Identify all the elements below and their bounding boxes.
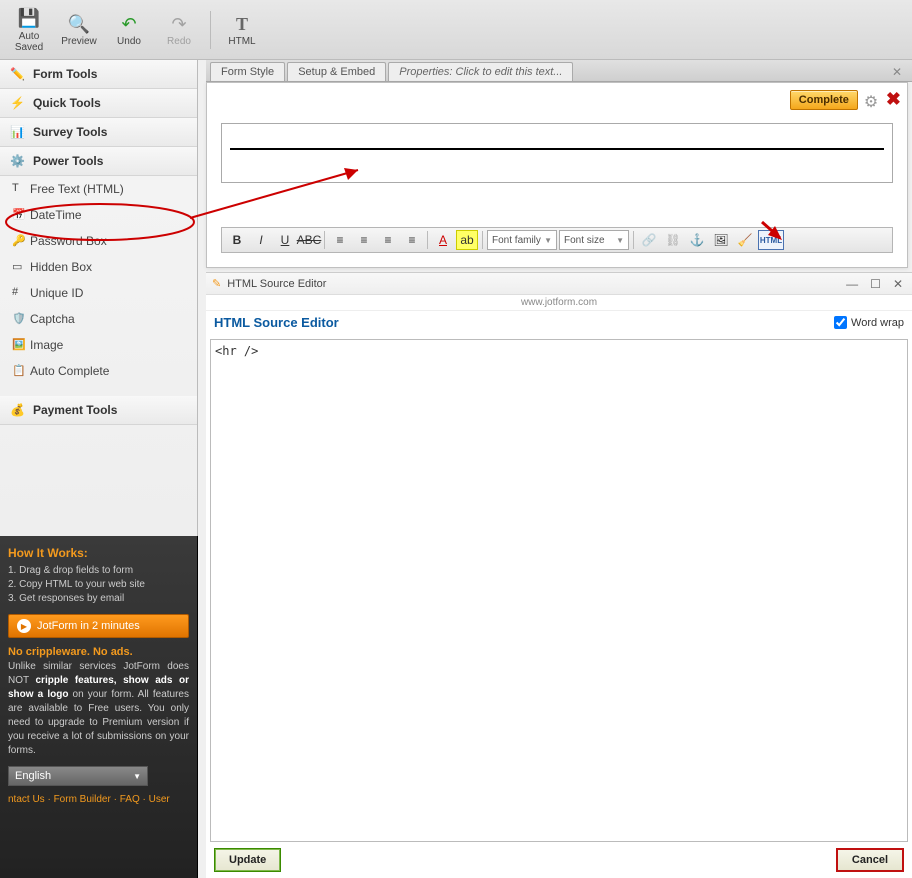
item-free-text-html[interactable]: TFree Text (HTML) (0, 176, 197, 202)
bold-button[interactable]: B (226, 230, 248, 250)
hidden-icon: ▭ (12, 260, 26, 274)
word-wrap-checkbox[interactable]: Word wrap (834, 316, 904, 329)
help-body: Unlike similar services JotForm does NOT… (8, 660, 189, 758)
lightning-icon: ⚡ (10, 96, 25, 110)
hr-preview (230, 148, 884, 150)
image-icon: 🖼️ (12, 338, 26, 352)
item-image[interactable]: 🖼️Image (0, 332, 197, 358)
text-icon: T (12, 182, 26, 196)
close-icon[interactable]: ✖ (886, 89, 901, 110)
item-datetime[interactable]: 📅DateTime (0, 202, 197, 228)
item-hidden-box[interactable]: ▭Hidden Box (0, 254, 197, 280)
tab-form-style[interactable]: Form Style (210, 62, 285, 81)
coins-icon: 💰 (10, 403, 25, 417)
tabs-close-icon[interactable]: ✕ (892, 65, 908, 81)
id-icon: # (12, 286, 26, 300)
font-size-select[interactable]: Font size▼ (559, 230, 629, 250)
maximize-icon[interactable]: ☐ (867, 277, 884, 291)
html-source-window: ✎ HTML Source Editor — ☐ ✕ www.jotform.c… (206, 272, 912, 878)
clear-format-button[interactable]: 🧹 (734, 230, 756, 250)
video-button[interactable]: ▶ JotForm in 2 minutes (8, 614, 189, 638)
help-panel: How It Works: Drag & drop fields to form… (0, 536, 198, 878)
sidebar: ✏️Form Tools ⚡Quick Tools 📊Survey Tools … (0, 60, 198, 536)
html-source-textarea[interactable] (210, 339, 908, 842)
toolbar-separator (210, 11, 211, 49)
chart-icon: 📊 (10, 125, 25, 139)
section-survey-tools[interactable]: 📊Survey Tools (0, 118, 197, 147)
rte-toolbar: B I U ABC ≡ ≡ ≡ ≡ A ab Font family▼ Font… (221, 227, 893, 253)
font-color-button[interactable]: A (432, 230, 454, 250)
item-auto-complete[interactable]: 📋Auto Complete (0, 358, 197, 384)
link-contact[interactable]: ntact Us (8, 794, 45, 805)
redo-button[interactable]: ↷ Redo (158, 12, 200, 47)
window-close-icon[interactable]: ✕ (890, 277, 906, 291)
tab-properties[interactable]: Properties: Click to edit this text... (388, 62, 573, 81)
html-button[interactable]: T HTML (221, 12, 263, 47)
cancel-button[interactable]: Cancel (836, 848, 904, 872)
align-left-button[interactable]: ≡ (329, 230, 351, 250)
shield-icon: 🛡️ (12, 312, 26, 326)
link-faq[interactable]: FAQ (120, 794, 140, 805)
section-power-tools[interactable]: ⚙️Power Tools (0, 147, 197, 176)
language-select[interactable]: English▼ (8, 766, 148, 786)
tab-setup-embed[interactable]: Setup & Embed (287, 62, 386, 81)
highlight-button[interactable]: ab (456, 230, 478, 250)
item-unique-id[interactable]: #Unique ID (0, 280, 197, 306)
preview-button[interactable]: 🔍 Preview (58, 12, 100, 47)
align-center-button[interactable]: ≡ (353, 230, 375, 250)
undo-icon: ↶ (117, 12, 141, 36)
section-form-tools[interactable]: ✏️Form Tools (0, 60, 197, 89)
calendar-icon: 📅 (12, 208, 26, 222)
link-user[interactable]: User (149, 794, 170, 805)
redo-icon: ↷ (167, 12, 191, 36)
underline-button[interactable]: U (274, 230, 296, 250)
item-captcha[interactable]: 🛡️Captcha (0, 306, 197, 332)
main-toolbar: 💾 Auto Saved 🔍 Preview ↶ Undo ↷ Redo T H… (0, 0, 912, 60)
src-titlebar: ✎ HTML Source Editor — ☐ ✕ (206, 273, 912, 295)
editor-canvas[interactable] (221, 123, 893, 183)
pencil-icon: ✏️ (10, 67, 25, 81)
section-payment-tools[interactable]: 💰Payment Tools (0, 396, 197, 425)
update-button[interactable]: Update (214, 848, 281, 872)
tab-strip: Form Style Setup & Embed Properties: Cli… (206, 60, 912, 82)
italic-button[interactable]: I (250, 230, 272, 250)
help-title: How It Works: (8, 546, 189, 560)
html-icon: T (230, 12, 254, 36)
complete-button[interactable]: Complete (790, 90, 858, 110)
font-family-select[interactable]: Font family▼ (487, 230, 557, 250)
link-button[interactable]: 🔗 (638, 230, 660, 250)
src-buttons: Update Cancel (214, 848, 904, 872)
src-header: HTML Source Editor Word wrap (206, 311, 912, 334)
undo-button[interactable]: ↶ Undo (108, 12, 150, 47)
item-password-box[interactable]: 🔑Password Box (0, 228, 197, 254)
minimize-icon[interactable]: — (843, 277, 861, 291)
help-subtitle: No crippleware. No ads. (8, 646, 189, 658)
insert-image-button[interactable]: 🖼 (710, 230, 732, 250)
strike-button[interactable]: ABC (298, 230, 320, 250)
auto-saved-button[interactable]: 💾 Auto Saved (8, 7, 50, 53)
anchor-button[interactable]: ⚓ (686, 230, 708, 250)
link-builder[interactable]: Form Builder (54, 794, 111, 805)
autocomplete-icon: 📋 (12, 364, 26, 378)
save-icon: 💾 (17, 7, 41, 31)
editor-panel: Complete ⚙ ✖ B I U ABC ≡ ≡ ≡ ≡ A ab Font… (206, 82, 908, 268)
settings-icon[interactable]: ⚙ (864, 92, 880, 108)
url-bar: www.jotform.com (206, 295, 912, 311)
help-steps: Drag & drop fields to form Copy HTML to … (8, 564, 189, 606)
password-icon: 🔑 (12, 234, 26, 248)
unlink-button[interactable]: ⛓ (662, 230, 684, 250)
play-icon: ▶ (17, 619, 31, 633)
align-justify-button[interactable]: ≡ (401, 230, 423, 250)
align-right-button[interactable]: ≡ (377, 230, 399, 250)
word-wrap-input[interactable] (834, 316, 847, 329)
preview-icon: 🔍 (67, 12, 91, 36)
section-quick-tools[interactable]: ⚡Quick Tools (0, 89, 197, 118)
html-source-button[interactable]: HTML (758, 230, 784, 250)
editor-app-icon: ✎ (212, 277, 221, 290)
gear-icon: ⚙️ (10, 154, 25, 168)
footer-links: ntact Us · Form Builder · FAQ · User (8, 794, 189, 805)
